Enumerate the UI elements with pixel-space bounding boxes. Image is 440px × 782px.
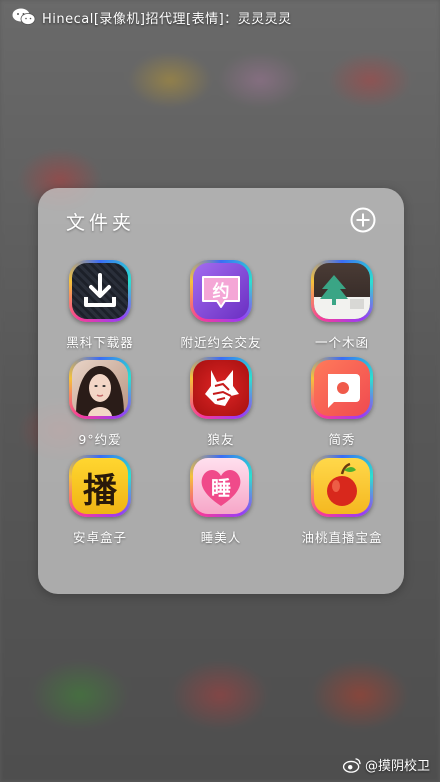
nectarine-fruit-icon [314, 458, 370, 514]
app-sleeping-beauty[interactable]: 睡 睡美人 [161, 455, 281, 546]
app-label: 简秀 [328, 432, 356, 447]
app-label: 黑科下载器 [66, 335, 134, 350]
broadcast-char-icon: 播 [72, 458, 128, 514]
app-heike-downloader[interactable]: 黑科下载器 [40, 260, 160, 351]
app-icon-frame: 播 [69, 455, 131, 517]
app-icon-frame: 睡 [190, 455, 252, 517]
wolf-head-icon [193, 360, 249, 416]
app-9-yueai[interactable]: 9°约爱 [40, 357, 160, 448]
weibo-watermark: @摸阴校卫 [342, 755, 430, 774]
app-icon-frame [311, 357, 373, 419]
folder-title[interactable]: 文件夹 [66, 208, 135, 235]
app-yige-muhan[interactable]: 一个木函 [282, 260, 402, 351]
app-label: 油桃直播宝盒 [301, 530, 383, 545]
app-android-box[interactable]: 播 安卓盒子 [40, 455, 160, 546]
plus-circle-icon[interactable] [350, 207, 376, 233]
purple-chat-bubble-icon: 约 [193, 263, 249, 319]
app-label: 一个木函 [314, 335, 369, 350]
watermark-text: @摸阴校卫 [364, 759, 430, 774]
pink-heart-icon: 睡 [193, 458, 249, 514]
app-label: 狼友 [207, 432, 235, 447]
app-label: 附近约会交友 [180, 335, 262, 350]
app-nearby-dating[interactable]: 约 附近约会交友 [161, 260, 281, 351]
app-icon-frame [69, 357, 131, 419]
download-tray-icon [72, 263, 128, 319]
app-icon-frame [190, 357, 252, 419]
app-langyou[interactable]: 狼友 [161, 357, 281, 448]
app-icon-frame [311, 260, 373, 322]
wechat-icon [12, 8, 36, 25]
app-jianxiu[interactable]: 简秀 [282, 357, 402, 448]
app-icon-frame: 约 [190, 260, 252, 322]
notification-text[interactable]: Hinecal[录像机]招代理[表情]：灵灵灵灵 [42, 8, 292, 27]
status-bar: Hinecal[录像机]招代理[表情]：灵灵灵灵 [0, 0, 440, 34]
portrait-photo-icon [72, 360, 128, 416]
sleep-icon-char: 睡 [211, 476, 231, 500]
broadcast-icon-char: 播 [83, 471, 117, 511]
weibo-icon [342, 757, 361, 773]
app-label: 安卓盒子 [72, 530, 127, 545]
tree-box-icon [314, 263, 370, 319]
app-nectarine-live-box[interactable]: 油桃直播宝盒 [282, 455, 402, 546]
app-icon-frame [311, 455, 373, 517]
play-bubble-icon [314, 360, 370, 416]
app-folder: 文件夹 黑科下载器 约 附近约会交友 一个木函 9°约爱 狼友 简秀 播 安卓盒… [38, 188, 404, 594]
app-icon-frame [69, 260, 131, 322]
dating-icon-char: 约 [212, 282, 230, 302]
app-label: 9°约爱 [78, 432, 122, 447]
app-label: 睡美人 [200, 530, 242, 545]
